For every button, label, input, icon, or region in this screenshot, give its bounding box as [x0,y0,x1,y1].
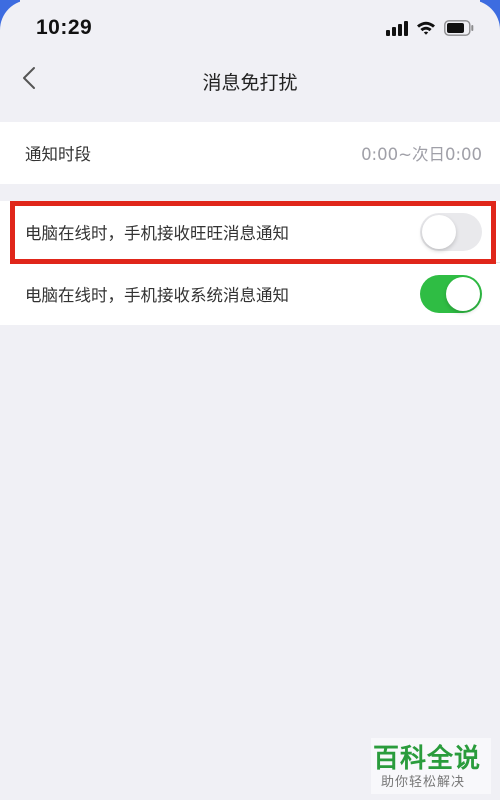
watermark-sub-text: 助你轻松解决 [381,775,466,790]
watermark-logo: 百科全说 助你轻松解决 [371,738,491,794]
wangwang-notification-label: 电脑在线时，手机接收旺旺消息通知 [25,224,289,243]
watermark-main-text: 百科全说 [373,744,482,774]
toggle-section: 电脑在线时，手机接收旺旺消息通知 电脑在线时，手机接收系统消息通知 [0,201,500,325]
notification-period-section: 通知时段 0:00~次日0:00 [0,122,500,184]
system-notification-row: 电脑在线时，手机接收系统消息通知 [0,263,500,325]
status-icons [386,20,474,40]
system-notification-toggle[interactable] [420,275,482,313]
cellular-signal-icon [386,20,408,40]
wifi-icon [416,20,436,40]
battery-icon [444,20,474,40]
notification-period-row[interactable]: 通知时段 0:00~次日0:00 [0,122,500,184]
toggle-knob [422,215,456,249]
wangwang-notification-toggle[interactable] [420,213,482,251]
notification-period-value: 0:00~次日0:00 [361,145,482,164]
status-time: 10:29 [36,16,93,39]
toggle-knob [446,277,480,311]
page-title: 消息免打扰 [202,72,298,94]
notification-period-label: 通知时段 [25,145,91,164]
navigation-bar: 消息免打扰 [0,56,500,106]
wangwang-notification-row: 电脑在线时，手机接收旺旺消息通知 [0,201,500,263]
status-bar: 10:29 [0,0,500,56]
system-notification-label: 电脑在线时，手机接收系统消息通知 [25,286,289,305]
